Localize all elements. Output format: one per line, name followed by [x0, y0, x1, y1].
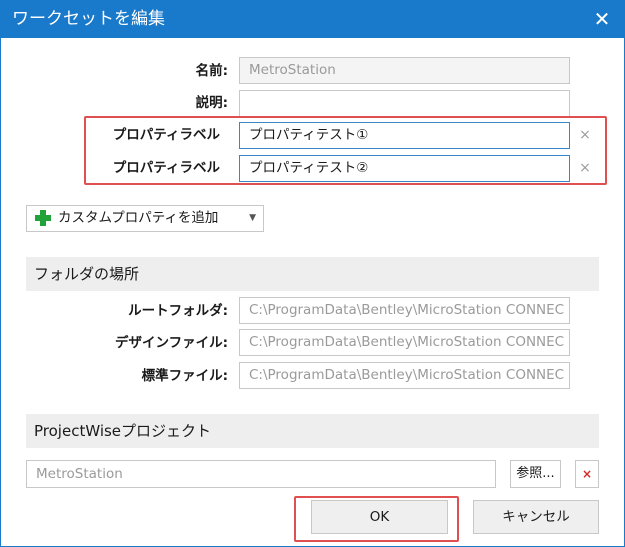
- standard-file-label: 標準ファイル:: [141, 368, 228, 384]
- plus-icon: [35, 209, 51, 227]
- dropdown-arrow-icon: ▼: [249, 213, 256, 223]
- standard-file-field[interactable]: C:\ProgramData\Bentley\MicroStation CONN…: [239, 362, 570, 389]
- custom-property-value-2[interactable]: プロパティテスト②: [239, 155, 570, 182]
- design-file-field[interactable]: C:\ProgramData\Bentley\MicroStation CONN…: [239, 329, 570, 356]
- description-field[interactable]: [239, 90, 570, 117]
- root-folder-field[interactable]: C:\ProgramData\Bentley\MicroStation CONN…: [239, 297, 570, 324]
- cancel-button[interactable]: キャンセル: [473, 500, 599, 534]
- close-icon[interactable]: ✕: [587, 0, 617, 38]
- projectwise-project-field[interactable]: MetroStation: [26, 460, 496, 488]
- add-custom-property-button[interactable]: カスタムプロパティを追加 ▼: [26, 205, 264, 232]
- remove-property-1-icon[interactable]: ×: [577, 122, 593, 148]
- dialog-title: ワークセットを編集: [12, 9, 165, 29]
- name-label: 名前:: [195, 63, 228, 79]
- custom-property-label-1: プロパティラベル: [112, 127, 220, 143]
- folders-section-header: フォルダの場所: [26, 257, 599, 291]
- design-file-label: デザインファイル:: [115, 335, 228, 351]
- root-folder-label: ルートフォルダ:: [128, 303, 228, 319]
- custom-property-label-2: プロパティラベル: [112, 160, 220, 176]
- custom-property-value-1[interactable]: プロパティテスト①: [239, 122, 570, 149]
- description-label: 説明:: [195, 95, 228, 111]
- projectwise-section-header: ProjectWiseプロジェクト: [26, 414, 599, 448]
- add-custom-property-label: カスタムプロパティを追加: [58, 210, 219, 226]
- clear-project-icon[interactable]: ×: [575, 460, 599, 488]
- ok-button[interactable]: OK: [311, 500, 448, 534]
- remove-property-2-icon[interactable]: ×: [577, 155, 593, 181]
- name-field[interactable]: MetroStation: [239, 57, 570, 84]
- browse-button[interactable]: 参照...: [510, 460, 561, 488]
